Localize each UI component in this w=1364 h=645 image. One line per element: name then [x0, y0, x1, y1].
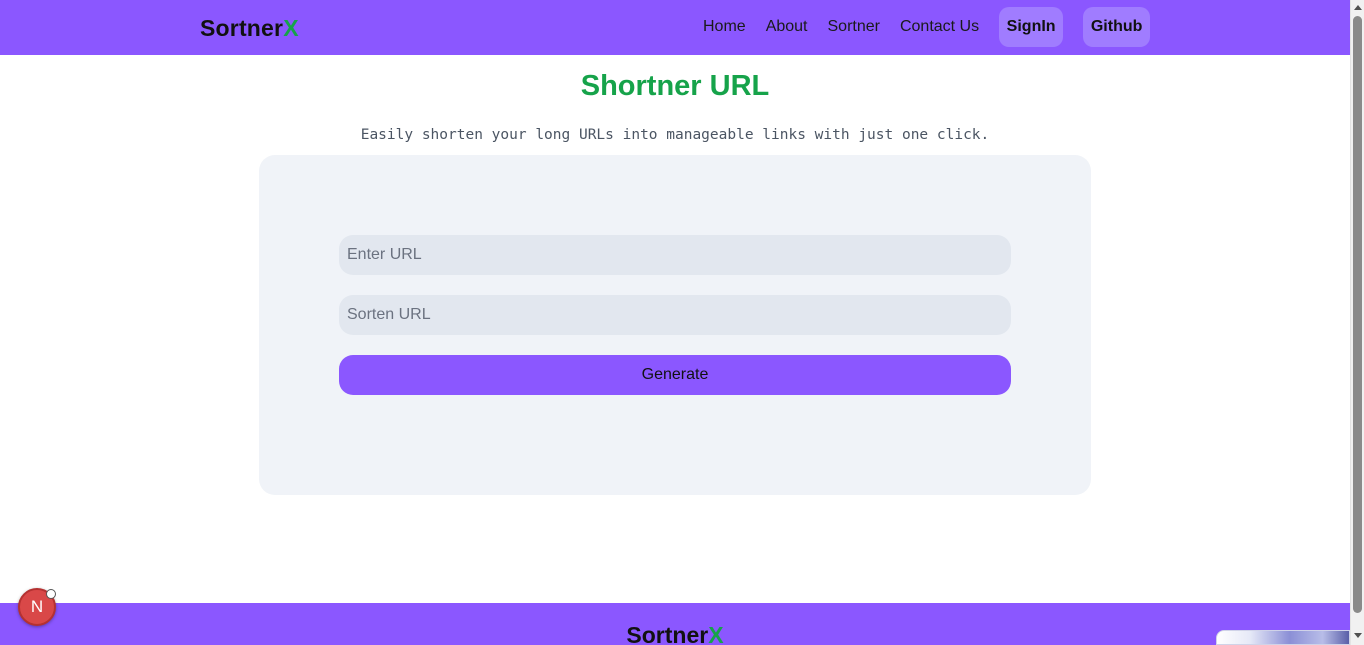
- scrollbar-thumb[interactable]: [1353, 16, 1362, 613]
- footer-brand[interactable]: SortnerX: [0, 621, 1350, 645]
- nav-link-sortner[interactable]: Sortner: [828, 17, 880, 37]
- corner-thumbnail[interactable]: [1216, 630, 1350, 645]
- badge-status-dot: [46, 589, 56, 599]
- nav-link-about[interactable]: About: [766, 17, 808, 37]
- shortener-card: Generate: [259, 155, 1091, 495]
- short-url-input[interactable]: [339, 295, 1011, 335]
- nav-link-home[interactable]: Home: [703, 17, 746, 37]
- footer-brand-accent: X: [708, 622, 724, 645]
- nav-links: Home About Sortner Contact Us SignIn Git…: [703, 7, 1151, 47]
- nav-link-contact-us[interactable]: Contact Us: [900, 17, 979, 37]
- content-area: SortnerX Home About Sortner Contact Us S…: [0, 0, 1350, 645]
- badge-letter: N: [30, 597, 44, 616]
- scroll-down-arrow-icon[interactable]: [1354, 633, 1362, 638]
- footer: SortnerX: [0, 603, 1350, 645]
- brand-name: Sortner: [200, 15, 284, 41]
- page: SortnerX Home About Sortner Contact Us S…: [0, 0, 1364, 645]
- generate-button[interactable]: Generate: [339, 355, 1011, 395]
- page-title: Shortner URL: [580, 70, 770, 102]
- brand-logo[interactable]: SortnerX: [200, 14, 299, 42]
- brand-accent: X: [283, 15, 299, 41]
- footer-brand-name: Sortner: [626, 622, 709, 645]
- url-input[interactable]: [339, 235, 1011, 275]
- vertical-scrollbar[interactable]: [1350, 0, 1364, 645]
- navbar: SortnerX Home About Sortner Contact Us S…: [0, 0, 1350, 55]
- github-button[interactable]: Github: [1083, 7, 1151, 47]
- page-subtitle: Easily shorten your long URLs into manag…: [360, 127, 990, 143]
- signin-button[interactable]: SignIn: [999, 7, 1064, 47]
- scroll-up-arrow-icon[interactable]: [1354, 5, 1362, 10]
